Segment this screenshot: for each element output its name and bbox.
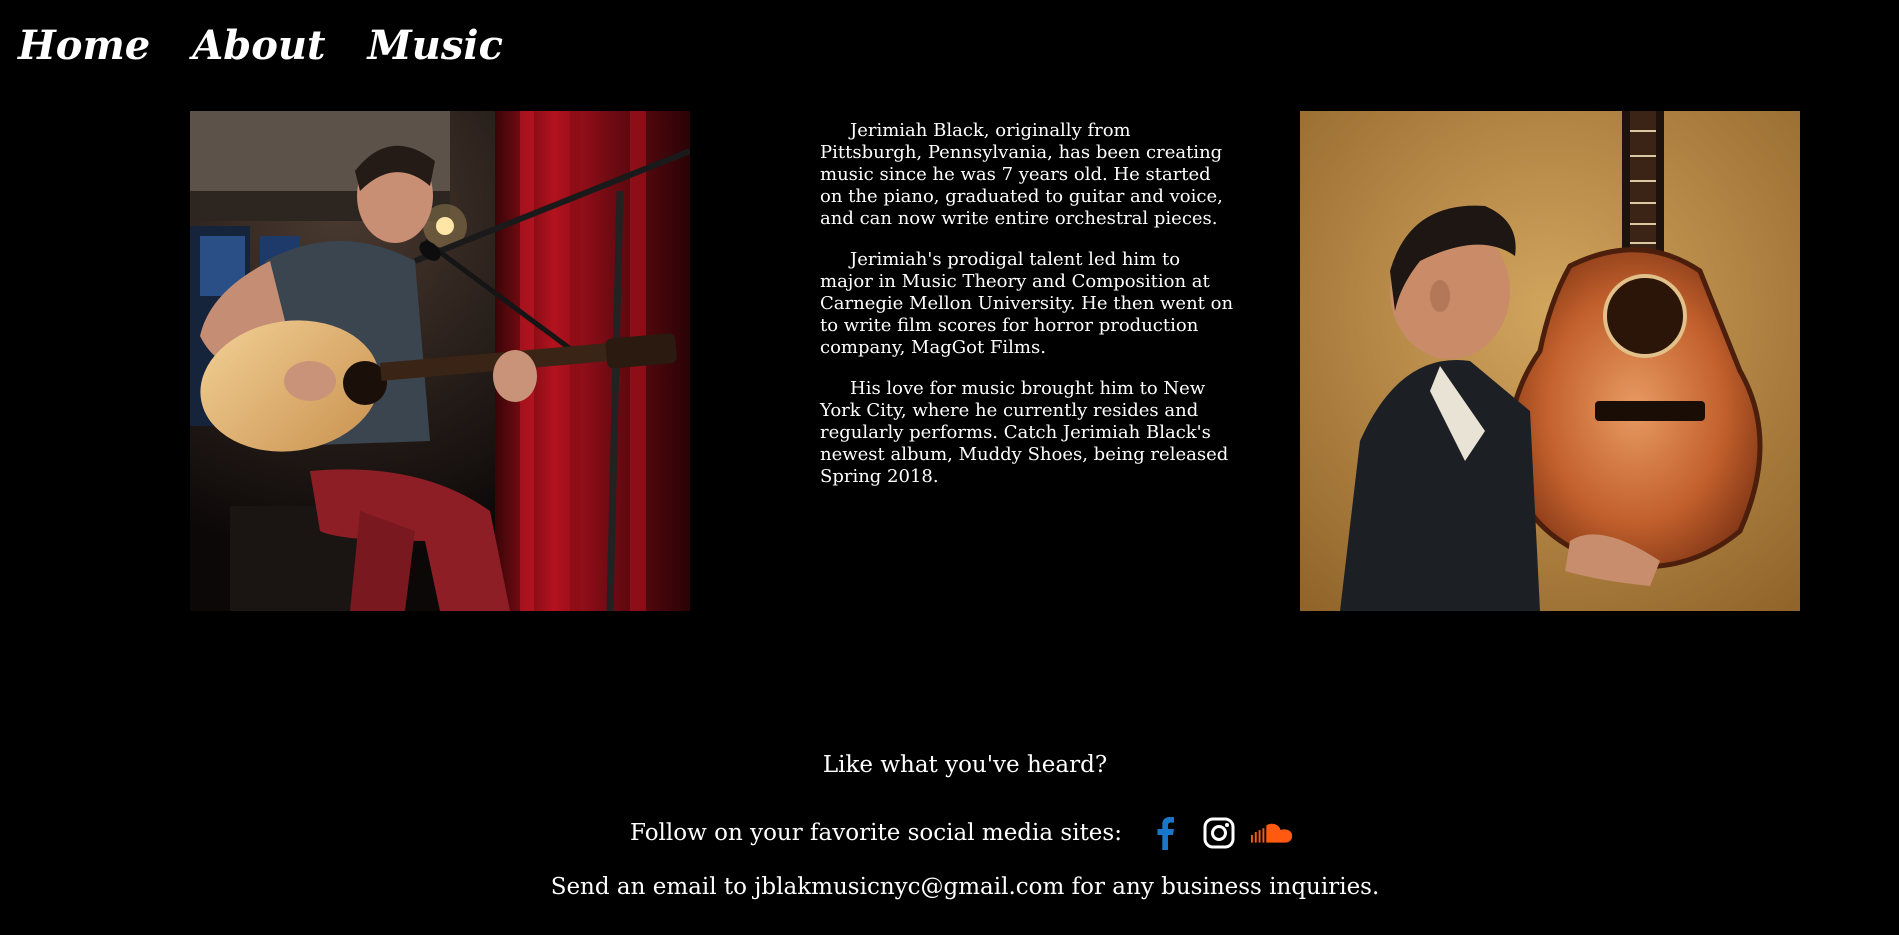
- main-nav: Home About Music: [18, 18, 503, 74]
- social-follow-row: Follow on your favorite social media sit…: [0, 813, 1899, 853]
- bio-paragraph: Jerimiah's prodigal talent led him to ma…: [820, 249, 1234, 358]
- nav-about-link[interactable]: About: [192, 18, 325, 74]
- nav-home-link[interactable]: Home: [18, 18, 150, 74]
- instagram-icon[interactable]: [1196, 813, 1242, 853]
- follow-label: Follow on your favorite social media sit…: [630, 820, 1122, 846]
- bio-paragraph: Jerimiah Black, originally from Pittsbur…: [820, 120, 1223, 229]
- portrait-photo: [1300, 111, 1800, 611]
- performance-photo: [190, 111, 690, 611]
- call-to-action: Like what you've heard?: [822, 752, 1108, 778]
- soundcloud-icon[interactable]: [1250, 813, 1296, 853]
- nav-music-link[interactable]: Music: [368, 18, 503, 74]
- bio-section: Jerimiah Black, originally from Pittsbur…: [820, 120, 1235, 507]
- facebook-icon[interactable]: [1142, 813, 1188, 853]
- bio-paragraph: His love for music brought him to New Yo…: [820, 378, 1229, 487]
- business-email-text: Send an email to jblakmusicnyc@gmail.com…: [550, 874, 1380, 900]
